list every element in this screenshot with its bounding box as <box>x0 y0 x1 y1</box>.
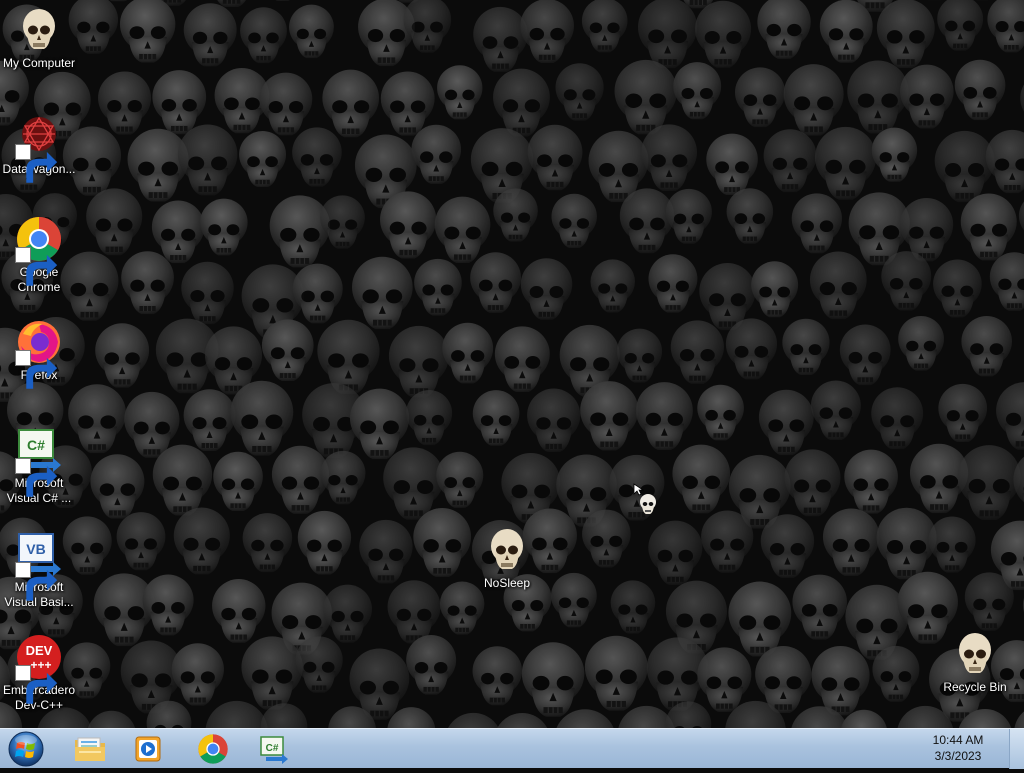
media-player-icon <box>133 734 163 764</box>
visual-basic-icon: VB <box>15 530 63 578</box>
mouse-cursor-icon <box>632 482 660 518</box>
desktop-wallpaper <box>0 0 1024 728</box>
taskbar-visual-csharp-button[interactable]: C# <box>246 731 302 767</box>
skull-icon <box>951 630 999 678</box>
clock-date: 3/3/2023 <box>918 748 998 764</box>
visual-csharp-icon: C# <box>15 426 63 474</box>
system-clock[interactable]: 10:44 AM 3/3/2023 <box>918 732 998 764</box>
desktop-icon-my-computer[interactable]: My Computer <box>0 6 78 71</box>
folder-icon <box>73 734 107 764</box>
csharp-icon-text: C# <box>27 437 45 453</box>
taskbar-media-player-button[interactable] <box>120 731 176 767</box>
show-desktop-button[interactable] <box>1009 729 1024 769</box>
desktop-icon-label: NoSleep <box>468 576 546 591</box>
desktop-icon-firefox[interactable]: Firefox <box>0 318 78 383</box>
firefox-icon <box>15 318 63 366</box>
clock-time: 10:44 AM <box>918 732 998 748</box>
taskbar-csharp-text: C# <box>266 743 279 754</box>
devcpp-icon-text: DEV <box>26 643 53 658</box>
shortcut-arrow-icon <box>15 665 31 681</box>
shortcut-arrow-icon <box>15 562 31 578</box>
desktop-icon-label: Recycle Bin <box>936 680 1014 695</box>
start-button[interactable] <box>6 730 46 768</box>
shortcut-arrow-icon <box>15 458 31 474</box>
chrome-icon <box>15 215 63 263</box>
taskbar-chrome-button[interactable] <box>185 731 241 767</box>
desktop-icon-google-chrome[interactable]: Google Chrome <box>0 215 78 295</box>
desktop-icon-devcpp[interactable]: DEV +++ Embarcadero Dev-C++ <box>0 633 78 713</box>
skull-icon <box>15 6 63 54</box>
desktop-icon-nosleep[interactable]: NoSleep <box>468 526 546 591</box>
chrome-icon <box>197 733 229 765</box>
vb-icon-text: VB <box>26 541 45 557</box>
skull-icon <box>483 526 531 574</box>
devcpp-icon: DEV +++ <box>15 633 63 681</box>
desktop-icon-datawagon[interactable]: DataWagon... <box>0 112 78 177</box>
datawagon-icon <box>15 112 63 160</box>
desktop-icon-recycle-bin[interactable]: Recycle Bin <box>936 630 1014 695</box>
taskbar-explorer-button[interactable] <box>62 731 118 767</box>
shortcut-arrow-icon <box>15 247 31 263</box>
taskbar: C# 10:44 AM 3/3/2023 <box>0 728 1024 768</box>
desktop-icon-visual-csharp[interactable]: C# Microsoft Visual C# ... <box>0 426 78 506</box>
shortcut-arrow-icon <box>15 144 31 160</box>
desktop-icon-visual-basic[interactable]: VB Microsoft Visual Basi... <box>0 530 78 610</box>
shortcut-arrow-icon <box>15 350 31 366</box>
desktop-icon-label: My Computer <box>0 56 78 71</box>
visual-csharp-icon: C# <box>258 734 290 764</box>
